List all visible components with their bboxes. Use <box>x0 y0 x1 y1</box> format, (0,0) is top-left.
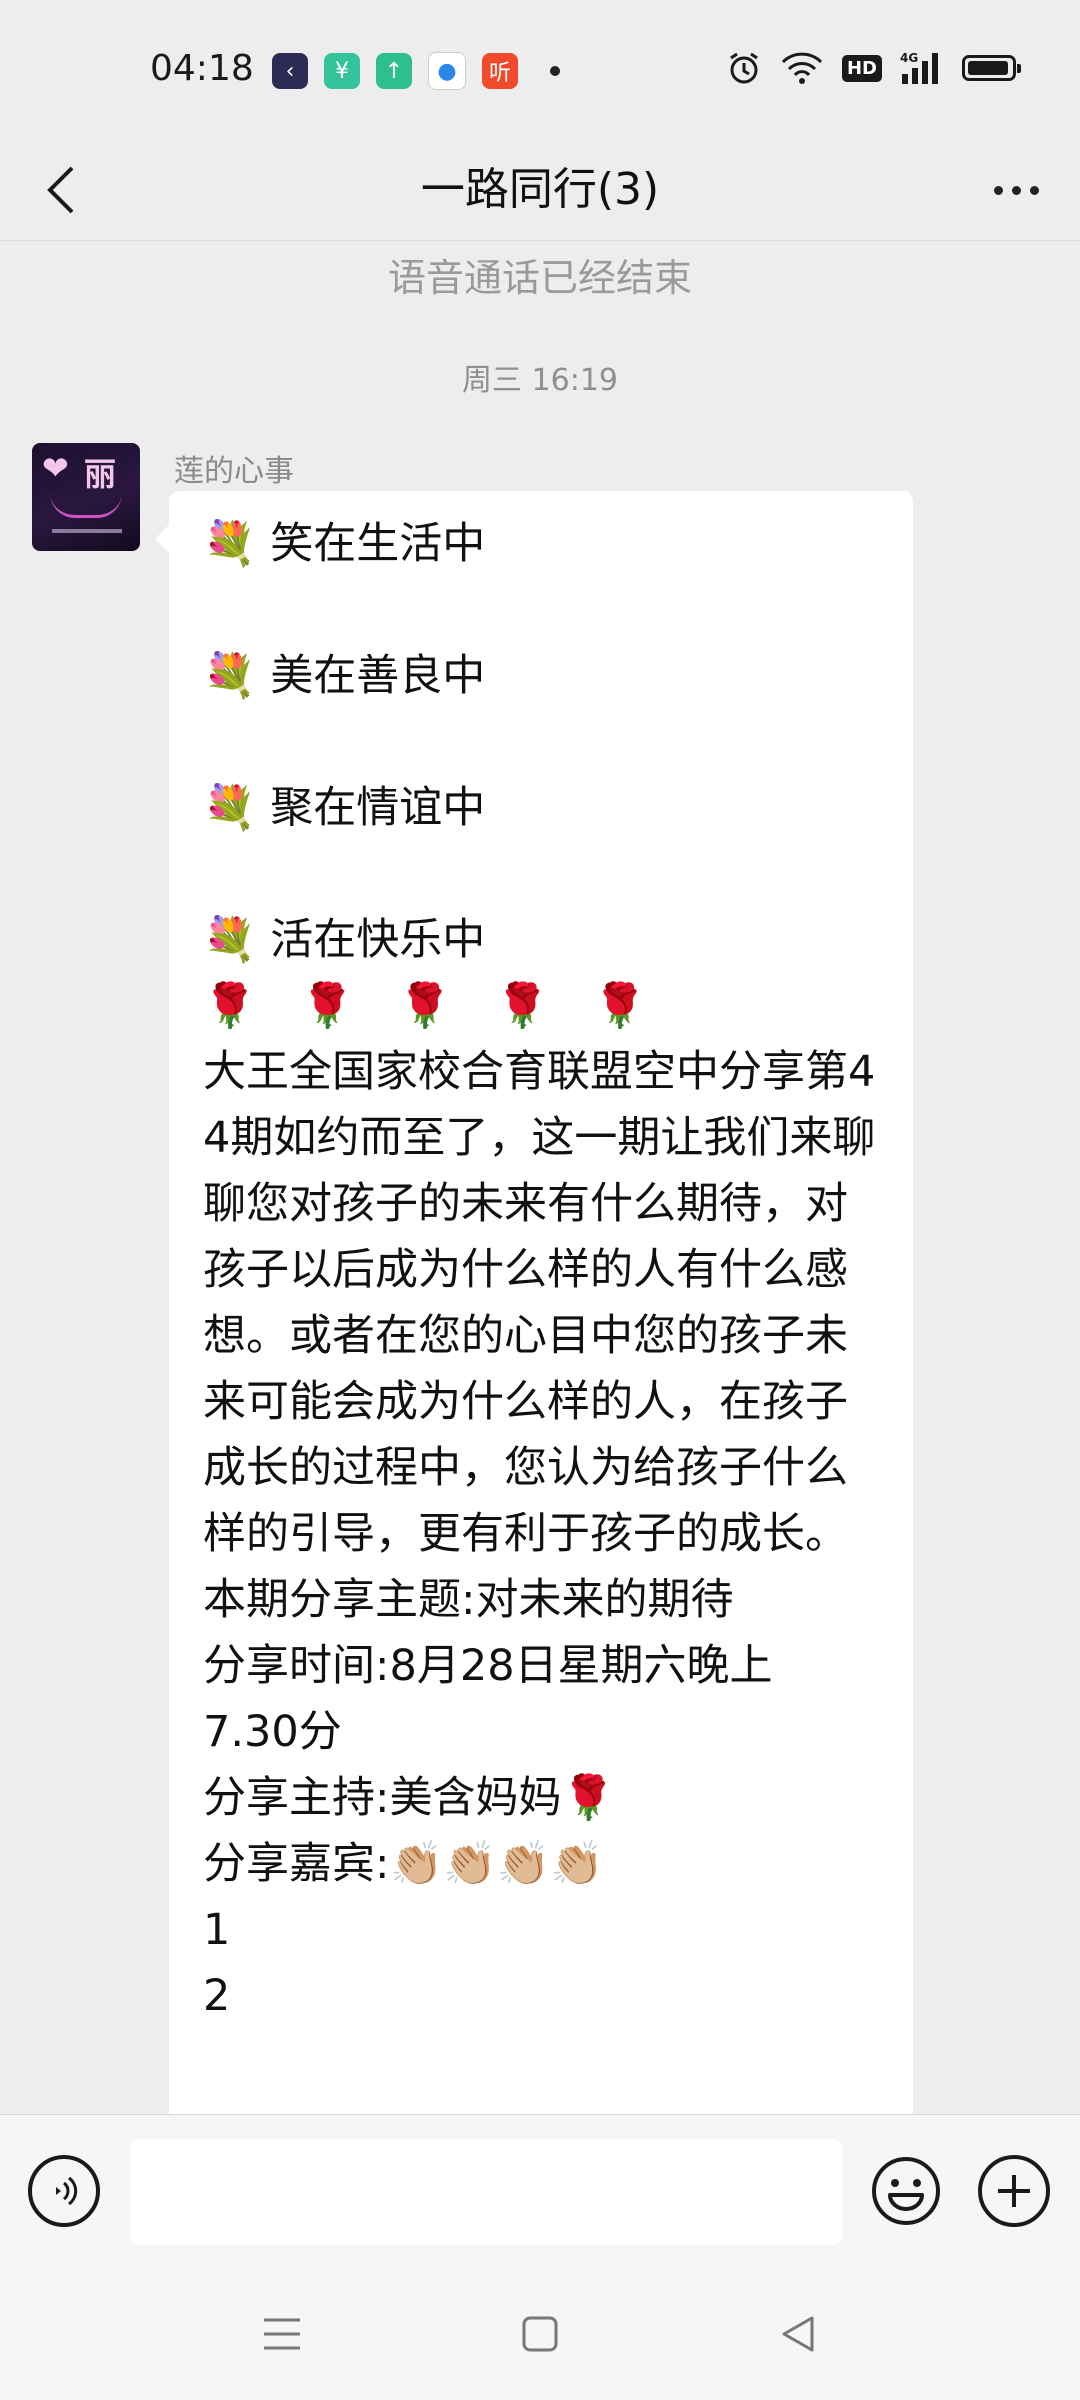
message-timestamp: 周三 16:19 <box>462 363 618 398</box>
signal-icon: 4G <box>900 51 938 84</box>
app-back-icon: ‹ <box>272 53 308 89</box>
emoji-button[interactable] <box>870 2155 942 2227</box>
voice-icon <box>56 2176 78 2206</box>
message-line: 💐 美在善良中 <box>203 651 486 701</box>
recent-apps-button[interactable] <box>254 2306 310 2362</box>
avatar[interactable]: ❤ 丽 <box>32 443 140 551</box>
share-host: 分享主持:美含妈妈🌹 <box>203 1773 616 1823</box>
dot-icon <box>1029 185 1039 195</box>
system-icons: HD 4G <box>726 50 1021 86</box>
sender-name: 莲的心事 <box>174 454 294 489</box>
call-ended-notice: 语音通话已经结束 <box>387 256 692 300</box>
input-bar <box>0 2114 1080 2267</box>
chat-title: 一路同行(3) <box>420 164 660 215</box>
back-nav-button[interactable] <box>770 2306 826 2362</box>
battery-level <box>968 61 1008 75</box>
notification-icons: ‹ ¥ ↑ ● 听 <box>272 52 560 90</box>
alarm-icon <box>730 52 758 84</box>
svg-text:4G: 4G <box>900 51 918 65</box>
more-functions-button[interactable] <box>978 2155 1050 2227</box>
message-bubble[interactable]: 💐 笑在生活中 💐 美在善良中 💐 聚在情谊中 💐 活在快乐中 🌹🌹🌹🌹🌹 大王… <box>155 491 913 2114</box>
avatar-line-decoration <box>52 529 122 533</box>
list-item: 1 <box>203 1905 231 1955</box>
hd-badge: HD <box>841 54 882 82</box>
message-line: 💐 笑在生活中 <box>203 519 486 569</box>
battery-icon <box>962 55 1021 81</box>
heart-icon: ❤ <box>42 449 69 487</box>
dot-icon <box>1011 185 1021 195</box>
app-green-icon: ¥ <box>324 53 360 89</box>
message-input[interactable] <box>130 2139 842 2245</box>
triangle-back-icon <box>782 2316 814 2352</box>
emoji-icon <box>872 2157 940 2225</box>
avatar-text: 丽 <box>84 455 117 493</box>
rose-row: 🌹🌹🌹🌹🌹 <box>203 981 691 1031</box>
system-nav-bar <box>0 2266 1080 2400</box>
plus-icon <box>998 2175 1030 2207</box>
app-listen-icon: 听 <box>482 53 518 89</box>
message-line: 💐 活在快乐中 <box>203 915 486 965</box>
app-upload-icon: ↑ <box>376 53 412 89</box>
chat-header: 一路同行(3) <box>0 140 1080 241</box>
status-bar: 04:18 ‹ ¥ ↑ ● 听 HD 4G <box>0 0 1080 140</box>
chat-messages[interactable]: 语音通话已经结束 周三 16:19 ❤ 丽 莲的心事 💐 笑在生活中 💐 美在善… <box>0 241 1080 2114</box>
share-time-continued: 7.30分 <box>203 1707 342 1757</box>
voice-input-button[interactable] <box>28 2155 100 2227</box>
share-time: 分享时间:8月28日星期六晚上 <box>203 1641 773 1691</box>
message-paragraph: 大王全国家校合育联盟空中分享第44期如约而至了，这一期让我们来聊聊您对孩子的未来… <box>203 1047 876 1559</box>
message-line: 💐 聚在情谊中 <box>203 783 486 833</box>
share-theme: 本期分享主题:对未来的期待 <box>203 1575 734 1625</box>
more-options-button[interactable] <box>976 158 1056 222</box>
avatar-script-decoration <box>50 493 122 518</box>
dot-icon <box>993 185 1003 195</box>
share-guests: 分享嘉宾:👏🏼👏🏼👏🏼👏🏼 <box>203 1839 604 1889</box>
square-icon <box>522 2316 558 2352</box>
home-button[interactable] <box>512 2306 568 2362</box>
status-time: 04:18 <box>150 48 254 89</box>
more-notifications-icon <box>550 66 560 76</box>
list-item: 2 <box>203 1971 231 2021</box>
wifi-icon <box>781 52 823 84</box>
menu-icon <box>264 2318 300 2350</box>
app-blue-dot-icon: ● <box>428 52 466 90</box>
